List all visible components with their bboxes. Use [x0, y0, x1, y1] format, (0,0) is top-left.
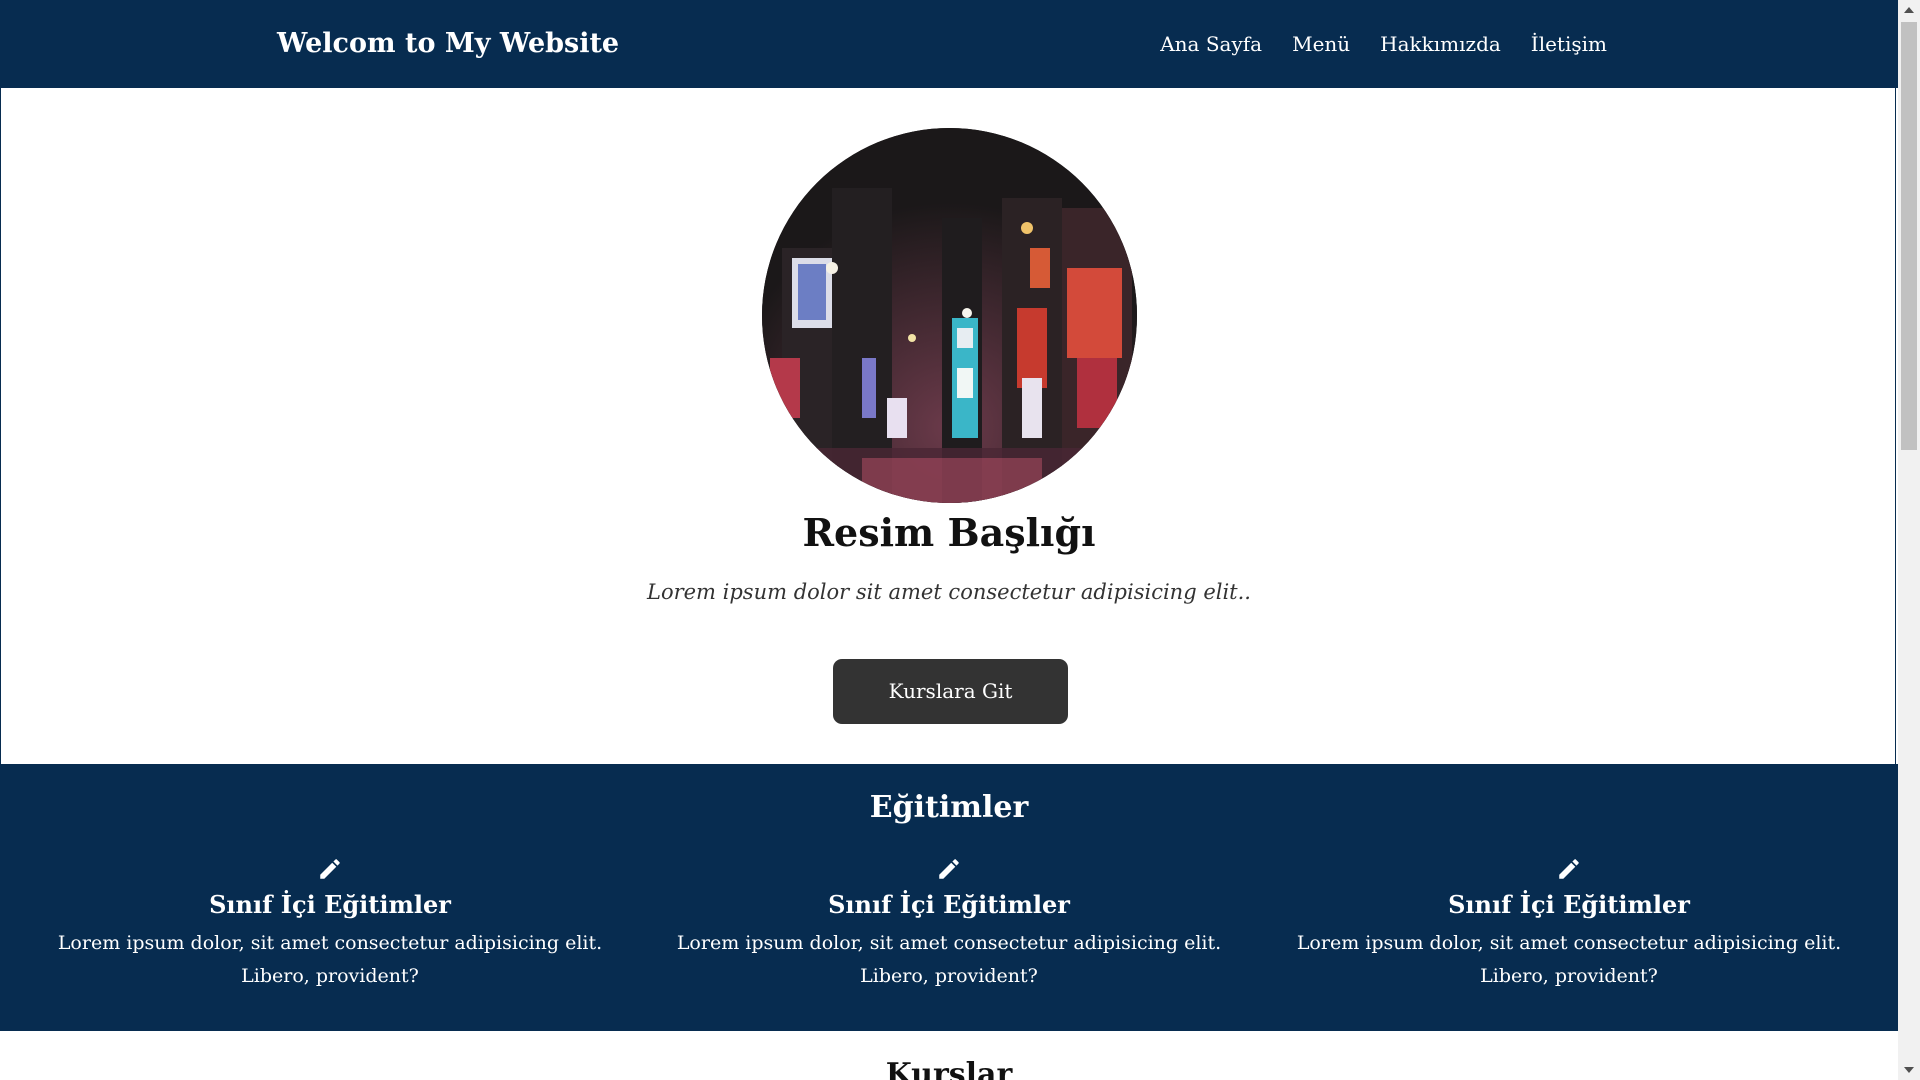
training-text: Lorem ipsum dolor, sit amet consectetur …	[57, 932, 603, 987]
vertical-scrollbar[interactable]	[1898, 0, 1920, 1080]
nav-links: Ana Sayfa Menü Hakkımızda İletişim	[1160, 0, 1607, 88]
nav-link-about[interactable]: Hakkımızda	[1380, 32, 1501, 56]
page: Welcom to My Website Ana Sayfa Menü Hakk…	[0, 0, 1920, 1080]
scroll-down-arrow-icon[interactable]	[1904, 1067, 1914, 1073]
pencil-icon	[320, 859, 340, 879]
site-brand[interactable]: Welcom to My Website	[277, 0, 619, 88]
hero-city-image	[762, 128, 1137, 503]
scroll-up-arrow-icon[interactable]	[1904, 7, 1914, 13]
training-text: Lorem ipsum dolor, sit amet consectetur …	[1296, 932, 1842, 987]
training-card: Sınıf İçi Eğitimler Lorem ipsum dolor, s…	[1269, 856, 1869, 993]
go-to-courses-button[interactable]: Kurslara Git	[833, 659, 1068, 724]
training-title: Sınıf İçi Eğitimler	[828, 890, 1070, 919]
hero-title: Resim Başlığı	[802, 510, 1096, 555]
scrollbar-thumb[interactable]	[1901, 22, 1917, 450]
hero-subtitle: Lorem ipsum dolor sit amet consectetur a…	[647, 580, 1251, 604]
training-title: Sınıf İçi Eğitimler	[1448, 890, 1690, 919]
nav-link-home[interactable]: Ana Sayfa	[1160, 32, 1262, 56]
trainings-section: Eğitimler Sınıf İçi Eğitimler Lorem ipsu…	[0, 764, 1898, 1031]
nav-link-menu[interactable]: Menü	[1292, 32, 1350, 56]
pencil-icon	[939, 859, 959, 879]
training-title: Sınıf İçi Eğitimler	[209, 890, 451, 919]
courses-title: Kurslar	[885, 1057, 1013, 1080]
navbar: Welcom to My Website Ana Sayfa Menü Hakk…	[0, 0, 1898, 88]
nav-link-contact[interactable]: İletişim	[1531, 32, 1607, 56]
city-night-illustration	[762, 128, 1137, 503]
trainings-title: Eğitimler	[869, 790, 1029, 825]
hero-section: Resim Başlığı Lorem ipsum dolor sit amet…	[0, 88, 1896, 764]
training-card: Sınıf İçi Eğitimler Lorem ipsum dolor, s…	[30, 856, 630, 993]
pencil-icon	[1559, 859, 1579, 879]
training-text: Lorem ipsum dolor, sit amet consectetur …	[676, 932, 1222, 987]
training-card: Sınıf İçi Eğitimler Lorem ipsum dolor, s…	[649, 856, 1249, 993]
courses-section: Kurslar	[0, 1031, 1898, 1080]
